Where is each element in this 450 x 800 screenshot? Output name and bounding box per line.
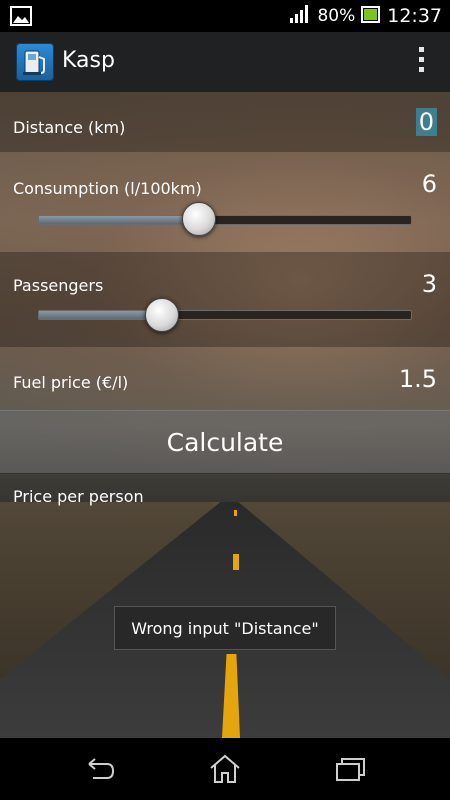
distance-row: Distance (km) 0 — [0, 92, 450, 152]
passengers-slider-fill — [39, 311, 162, 319]
road-stripe — [233, 554, 239, 570]
status-bar: 80% 12:37 — [0, 0, 450, 32]
battery-icon — [361, 4, 381, 29]
action-bar: Kasp — [0, 32, 450, 93]
image-notification-icon — [10, 6, 32, 26]
navigation-bar — [0, 738, 450, 800]
app-title: Kasp — [62, 48, 115, 73]
road-stripe — [234, 510, 237, 516]
passengers-label: Passengers — [13, 276, 104, 295]
toast-message: Wrong input "Distance" — [114, 606, 336, 650]
consumption-slider[interactable] — [38, 215, 412, 225]
consumption-row: Consumption (l/100km) 6 — [0, 152, 450, 252]
signal-icon — [289, 4, 311, 29]
passengers-row: Passengers 3 — [0, 252, 450, 347]
fuel-price-row: Fuel price (€/l) 1.5 — [0, 347, 450, 407]
content-area: Distance (km) 0 Consumption (l/100km) 6 … — [0, 92, 450, 738]
price-per-person-label: Price per person — [13, 487, 144, 506]
distance-label: Distance (km) — [13, 118, 126, 137]
battery-percent: 80% — [317, 6, 356, 26]
calculate-button[interactable]: Calculate — [0, 410, 450, 474]
fuel-price-label: Fuel price (€/l) — [13, 373, 129, 392]
overflow-menu-icon[interactable] — [416, 47, 426, 77]
passengers-slider[interactable] — [38, 310, 412, 320]
consumption-label: Consumption (l/100km) — [13, 179, 202, 198]
consumption-value: 6 — [421, 170, 437, 198]
consumption-slider-thumb[interactable] — [181, 202, 216, 236]
back-icon[interactable] — [83, 752, 117, 786]
clock: 12:37 — [387, 5, 442, 27]
home-icon[interactable] — [208, 752, 242, 786]
passengers-slider-thumb[interactable] — [144, 298, 179, 332]
fuel-pump-icon[interactable] — [16, 43, 54, 81]
consumption-slider-fill — [39, 216, 199, 224]
passengers-value: 3 — [421, 270, 437, 298]
fuel-price-input[interactable]: 1.5 — [399, 365, 437, 393]
distance-input[interactable]: 0 — [415, 108, 437, 136]
recent-apps-icon[interactable] — [334, 752, 368, 786]
